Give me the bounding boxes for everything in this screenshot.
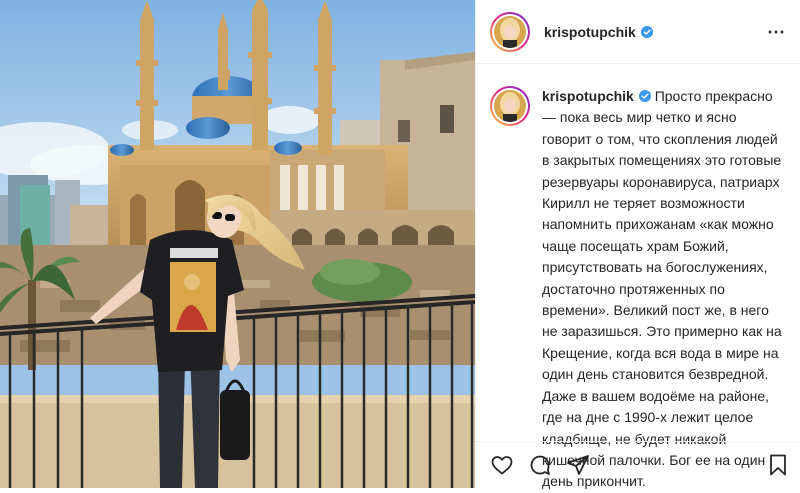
avatar-image (494, 90, 526, 122)
share-icon[interactable] (566, 453, 590, 477)
verified-badge-icon (640, 25, 653, 38)
avatar[interactable] (490, 11, 530, 52)
post-side-panel: krispotupchik ⋯ krispotupchik Просто пре… (475, 0, 800, 489)
bookmark-icon[interactable] (766, 453, 790, 477)
instagram-post: krispotupchik ⋯ krispotupchik Просто пре… (0, 0, 800, 489)
post-photo[interactable] (0, 0, 475, 488)
more-options-icon[interactable]: ⋯ (767, 23, 786, 41)
username-link[interactable]: krispotupchik (544, 24, 636, 40)
verified-badge-icon (638, 90, 651, 102)
caption-username[interactable]: krispotupchik (542, 88, 634, 104)
caption-block: krispotupchik Просто прекрасно — пока ве… (476, 64, 800, 493)
heart-icon[interactable] (490, 453, 514, 477)
caption-avatar[interactable] (490, 86, 530, 126)
caption-content: Просто прекрасно — пока весь мир четко и… (542, 88, 782, 490)
post-header: krispotupchik ⋯ (476, 0, 800, 64)
avatar-image (494, 15, 526, 48)
photo-illustration (0, 0, 475, 488)
action-bar (476, 441, 800, 488)
caption-text: krispotupchik Просто прекрасно — пока ве… (542, 86, 784, 493)
comment-icon[interactable] (528, 453, 552, 477)
